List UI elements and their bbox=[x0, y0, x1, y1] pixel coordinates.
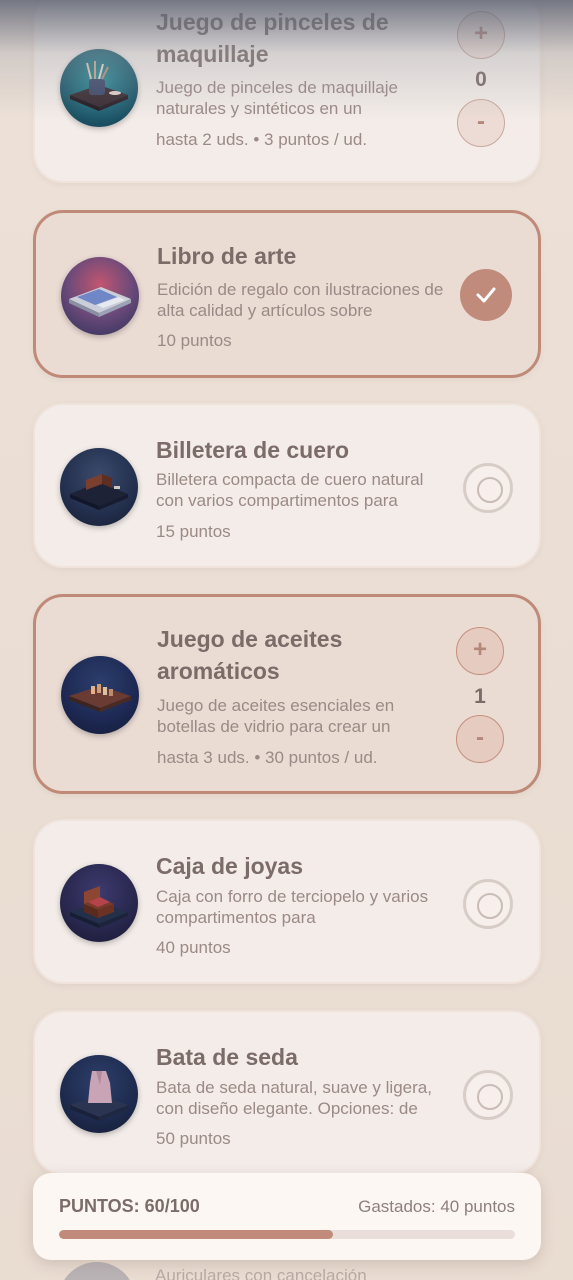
item-title: Caja de joyas bbox=[156, 853, 304, 879]
item-meta: hasta 2 uds. • 3 puntos / ud. bbox=[156, 130, 368, 149]
item-meta: 40 puntos bbox=[156, 938, 231, 957]
item-description: Juego de pinceles de maquillaje naturale… bbox=[156, 78, 398, 118]
points-progress-fill bbox=[59, 1230, 333, 1239]
select-radio[interactable] bbox=[463, 879, 513, 929]
item-description: Bata de seda natural, suave y ligera, co… bbox=[156, 1078, 432, 1118]
item-meta: hasta 3 uds. • 30 puntos / ud. bbox=[157, 748, 378, 767]
points-progress-track bbox=[59, 1230, 515, 1239]
item-description-peek: Auriculares con cancelación bbox=[155, 1266, 367, 1280]
item-description: Edición de regalo con ilustraciones de a… bbox=[157, 280, 444, 320]
item-title: Libro de arte bbox=[157, 243, 297, 269]
makeup-brushes-image bbox=[60, 49, 138, 127]
item-description: Caja con forro de terciopelo y varios co… bbox=[156, 887, 429, 927]
decrease-button[interactable]: - bbox=[457, 99, 505, 147]
quantity-value: 1 bbox=[474, 685, 486, 708]
reward-card-makeup-brushes[interactable]: Juego de pinceles de maquillaje Juego de… bbox=[33, 0, 541, 183]
increase-button[interactable]: + bbox=[456, 627, 504, 675]
select-radio[interactable] bbox=[463, 1070, 513, 1120]
increase-button[interactable]: + bbox=[457, 11, 505, 59]
aromatic-oils-image bbox=[61, 656, 139, 734]
item-title: Bata de seda bbox=[156, 1044, 298, 1070]
item-meta: 50 puntos bbox=[156, 1129, 231, 1148]
jewelry-box-image bbox=[60, 864, 138, 942]
item-meta: 10 puntos bbox=[157, 331, 232, 350]
reward-card-art-book[interactable]: Libro de arte Edición de regalo con ilus… bbox=[33, 210, 541, 378]
headphones-image bbox=[58, 1262, 136, 1280]
item-title: Billetera de cuero bbox=[156, 437, 350, 463]
check-icon bbox=[476, 287, 496, 303]
reward-card-silk-robe[interactable]: Bata de seda Bata de seda natural, suave… bbox=[33, 1010, 541, 1175]
reward-card-aromatic-oils[interactable]: Juego de aceites aromáticos Juego de ace… bbox=[33, 594, 541, 794]
reward-card-leather-wallet[interactable]: Billetera de cuero Billetera compacta de… bbox=[33, 403, 541, 568]
reward-card-jewelry-box[interactable]: Caja de joyas Caja con forro de terciope… bbox=[33, 819, 541, 984]
selected-check[interactable] bbox=[460, 269, 512, 321]
spent-label: Gastados: 40 puntos bbox=[358, 1197, 515, 1216]
item-description: Juego de aceites esenciales en botellas … bbox=[157, 696, 395, 736]
quantity-value: 0 bbox=[475, 68, 487, 91]
item-meta: 15 puntos bbox=[156, 522, 231, 541]
silk-robe-image bbox=[60, 1055, 138, 1133]
points-label: PUNTOS: 60/100 bbox=[59, 1196, 200, 1216]
leather-wallet-image bbox=[60, 448, 138, 526]
decrease-button[interactable]: - bbox=[456, 715, 504, 763]
select-radio[interactable] bbox=[463, 463, 513, 513]
item-title: Juego de pinceles de maquillaje bbox=[156, 9, 389, 67]
art-book-image bbox=[61, 257, 139, 335]
points-summary-bar: PUNTOS: 60/100 Gastados: 40 puntos bbox=[33, 1173, 541, 1260]
item-title: Juego de aceites aromáticos bbox=[157, 626, 343, 684]
item-description: Billetera compacta de cuero natural con … bbox=[156, 470, 424, 510]
